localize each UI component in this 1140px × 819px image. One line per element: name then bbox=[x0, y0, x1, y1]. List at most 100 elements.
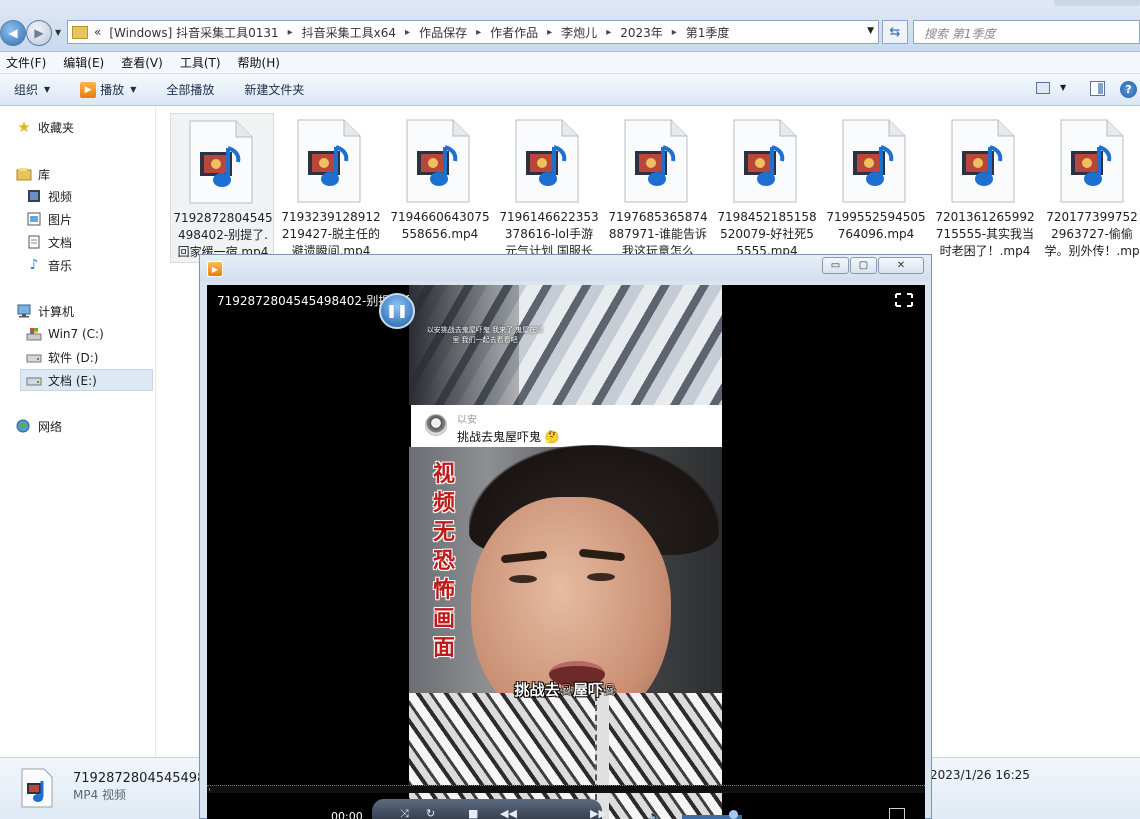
search-input[interactable]: 搜索 第1季度 bbox=[913, 20, 1140, 44]
address-dropdown-icon[interactable]: ▼ bbox=[867, 26, 874, 36]
video-file-icon bbox=[405, 119, 471, 203]
nav-documents[interactable]: 文档 bbox=[26, 231, 72, 253]
organize-label: 组织 bbox=[14, 83, 39, 97]
transport-controls: ⤨ ↻ ■ ◀◀ ▶▶ bbox=[372, 799, 607, 819]
breadcrumb-item[interactable]: 作者作品 bbox=[490, 24, 538, 41]
address-bar-area: ◀ ▶ ▼ « [Windows] 抖音采集工具0131 ▸ 抖音采集工具x64… bbox=[0, 0, 1140, 52]
chevron-down-icon: ▼ bbox=[44, 85, 51, 94]
stop-icon[interactable]: ■ bbox=[468, 807, 478, 819]
nav-drive-e[interactable]: 文档 (E:) bbox=[20, 369, 153, 391]
breadcrumb-separator-icon[interactable]: ▸ bbox=[476, 27, 481, 38]
breadcrumb-separator-icon[interactable]: ▸ bbox=[606, 27, 611, 38]
media-player-window: ▶ ▭ ▢ ✕ 7192872804545498402-别提了.回家缓一宿 以安… bbox=[199, 254, 932, 819]
file-item[interactable]: 7192872804545498402-别提了.回家缓一宿.mp4 bbox=[170, 113, 274, 263]
file-item[interactable]: 7196146622353378616-lol手游元气计划 国服长 bbox=[497, 113, 601, 263]
close-button[interactable]: ✕ bbox=[878, 257, 924, 274]
breadcrumb-separator-icon[interactable]: ▸ bbox=[288, 27, 293, 38]
volume-icon[interactable]: 🔈 bbox=[648, 810, 662, 819]
nav-drive-d[interactable]: 软件 (D:) bbox=[26, 346, 98, 368]
forward-button[interactable]: ▶ bbox=[26, 20, 52, 46]
nav-network[interactable]: 网络 bbox=[16, 415, 62, 437]
video-shadow bbox=[409, 285, 519, 405]
play-all-button[interactable]: 全部播放 bbox=[166, 81, 214, 98]
breadcrumb-item[interactable]: 李炮儿 bbox=[561, 24, 597, 41]
play-button[interactable]: ▶ 播放 ▼ bbox=[80, 81, 136, 98]
previous-icon[interactable]: ◀◀ bbox=[500, 807, 517, 819]
minimize-button[interactable]: ▭ bbox=[822, 257, 849, 274]
breadcrumb-separator-icon[interactable]: ▸ bbox=[672, 27, 677, 38]
windows-drive-icon bbox=[26, 327, 42, 341]
nav-drive-c[interactable]: Win7 (C:) bbox=[26, 323, 104, 345]
video-comment-card: 以安 挑战去鬼屋吓鬼 🤔 bbox=[411, 405, 722, 447]
video-icon bbox=[26, 189, 42, 203]
video-frame: 以安挑战去鬼屋吓鬼 我来了 鬼屋在哪里 我们一起去看看吧 以安 挑战去鬼屋吓鬼 … bbox=[409, 285, 722, 819]
file-item[interactable]: 7194660643075558656.mp4 bbox=[388, 113, 492, 263]
nav-pictures[interactable]: 图片 bbox=[26, 208, 72, 230]
menu-file[interactable]: 文件(F) bbox=[6, 54, 46, 71]
history-dropdown-icon[interactable]: ▼ bbox=[55, 28, 61, 37]
breadcrumb-item[interactable]: [Windows] 抖音采集工具0131 bbox=[109, 24, 278, 41]
address-overflow-indicator[interactable]: « bbox=[94, 25, 101, 39]
next-icon[interactable]: ▶▶ bbox=[590, 807, 607, 819]
menu-edit[interactable]: 编辑(E) bbox=[63, 54, 104, 71]
computer-icon bbox=[16, 304, 32, 318]
volume-slider-handle[interactable] bbox=[729, 810, 738, 819]
address-field[interactable]: « [Windows] 抖音采集工具0131 ▸ 抖音采集工具x64 ▸ 作品保… bbox=[67, 20, 879, 44]
selected-file-date: 2023/1/26 16:25 bbox=[930, 768, 1030, 782]
video-subtitle: 挑战去☠屋吓☠ bbox=[514, 681, 617, 699]
nav-drive-d-label: 软件 (D:) bbox=[48, 350, 99, 365]
file-item[interactable]: 7193239128912219427-脱主任的避遗瞬间.mp4 bbox=[279, 113, 383, 263]
file-item[interactable]: 7198452185158520079-好社死55555.mp4 bbox=[715, 113, 819, 263]
menu-tools[interactable]: 工具(T) bbox=[180, 54, 221, 71]
nav-music[interactable]: ♪ 音乐 bbox=[26, 254, 72, 276]
seek-bar-fill bbox=[209, 788, 210, 791]
file-item[interactable]: 7201361265992715555-其实我当时老困了！.mp4 bbox=[933, 113, 1037, 263]
menu-help[interactable]: 帮助(H) bbox=[238, 54, 280, 71]
pause-icon: ❚❚ bbox=[386, 303, 408, 319]
help-icon[interactable]: ? bbox=[1120, 81, 1137, 98]
view-dropdown-icon[interactable]: ▼ bbox=[1060, 83, 1066, 92]
video-stage[interactable]: 7192872804545498402-别提了.回家缓一宿 以安挑战去鬼屋吓鬼 … bbox=[207, 285, 925, 819]
seek-bar[interactable] bbox=[207, 785, 925, 793]
folder-icon bbox=[72, 25, 88, 39]
maximize-button[interactable]: ▢ bbox=[850, 257, 877, 274]
menu-bar: 文件(F) 编辑(E) 查看(V) 工具(T) 帮助(H) bbox=[0, 52, 1140, 74]
shuffle-icon[interactable]: ⤨ bbox=[400, 807, 409, 819]
change-view-icon[interactable] bbox=[1036, 82, 1050, 94]
network-icon bbox=[16, 419, 32, 433]
nav-computer-label: 计算机 bbox=[38, 304, 75, 319]
back-button[interactable]: ◀ bbox=[0, 20, 26, 46]
nav-libraries[interactable]: 库 bbox=[16, 163, 50, 185]
menu-view[interactable]: 查看(V) bbox=[121, 54, 163, 71]
new-folder-button[interactable]: 新建文件夹 bbox=[244, 81, 304, 98]
video-file-icon bbox=[732, 119, 798, 203]
breadcrumb-item[interactable]: 2023年 bbox=[620, 24, 663, 41]
nav-favorites[interactable]: ★ 收藏夹 bbox=[16, 116, 74, 138]
drive-icon bbox=[26, 373, 42, 387]
file-item[interactable]: 7201773997522963727-偷偷学。别外传！.mp4 bbox=[1042, 113, 1140, 263]
file-item[interactable]: 7197685365874887971-谁能告诉我这玩意怎么 bbox=[606, 113, 710, 263]
drive-icon bbox=[26, 350, 42, 364]
star-icon: ★ bbox=[17, 118, 31, 136]
video-overlay-text: 以安挑战去鬼屋吓鬼 我来了 鬼屋在哪里 我们一起去看看吧 bbox=[426, 326, 544, 344]
file-item[interactable]: 7199552594505764096.mp4 bbox=[824, 113, 928, 263]
refresh-button[interactable]: ⇆ bbox=[882, 20, 908, 44]
breadcrumb-item[interactable]: 抖音采集工具x64 bbox=[302, 24, 396, 41]
preview-pane-icon[interactable] bbox=[1090, 81, 1105, 96]
nav-computer[interactable]: 计算机 bbox=[16, 300, 74, 322]
breadcrumb-separator-icon[interactable]: ▸ bbox=[547, 27, 552, 38]
pause-button[interactable]: ❚❚ bbox=[379, 293, 415, 329]
repeat-icon[interactable]: ↻ bbox=[426, 807, 435, 819]
file-name: 7201773997522963727-偷偷学。别外传！.mp4 bbox=[1044, 210, 1140, 263]
breadcrumb-item[interactable]: 第1季度 bbox=[686, 24, 730, 41]
breadcrumb-separator-icon[interactable]: ▸ bbox=[405, 27, 410, 38]
organize-button[interactable]: 组织 ▼ bbox=[14, 81, 50, 98]
video-file-icon bbox=[841, 119, 907, 203]
breadcrumb-item[interactable]: 作品保存 bbox=[419, 24, 467, 41]
fullscreen-icon[interactable] bbox=[895, 293, 913, 307]
nav-videos[interactable]: 视频 bbox=[26, 185, 72, 207]
nav-videos-label: 视频 bbox=[48, 189, 73, 204]
switch-to-library-icon[interactable] bbox=[889, 808, 905, 819]
document-icon bbox=[26, 235, 42, 249]
player-titlebar[interactable]: ▶ ▭ ▢ ✕ bbox=[200, 255, 931, 281]
